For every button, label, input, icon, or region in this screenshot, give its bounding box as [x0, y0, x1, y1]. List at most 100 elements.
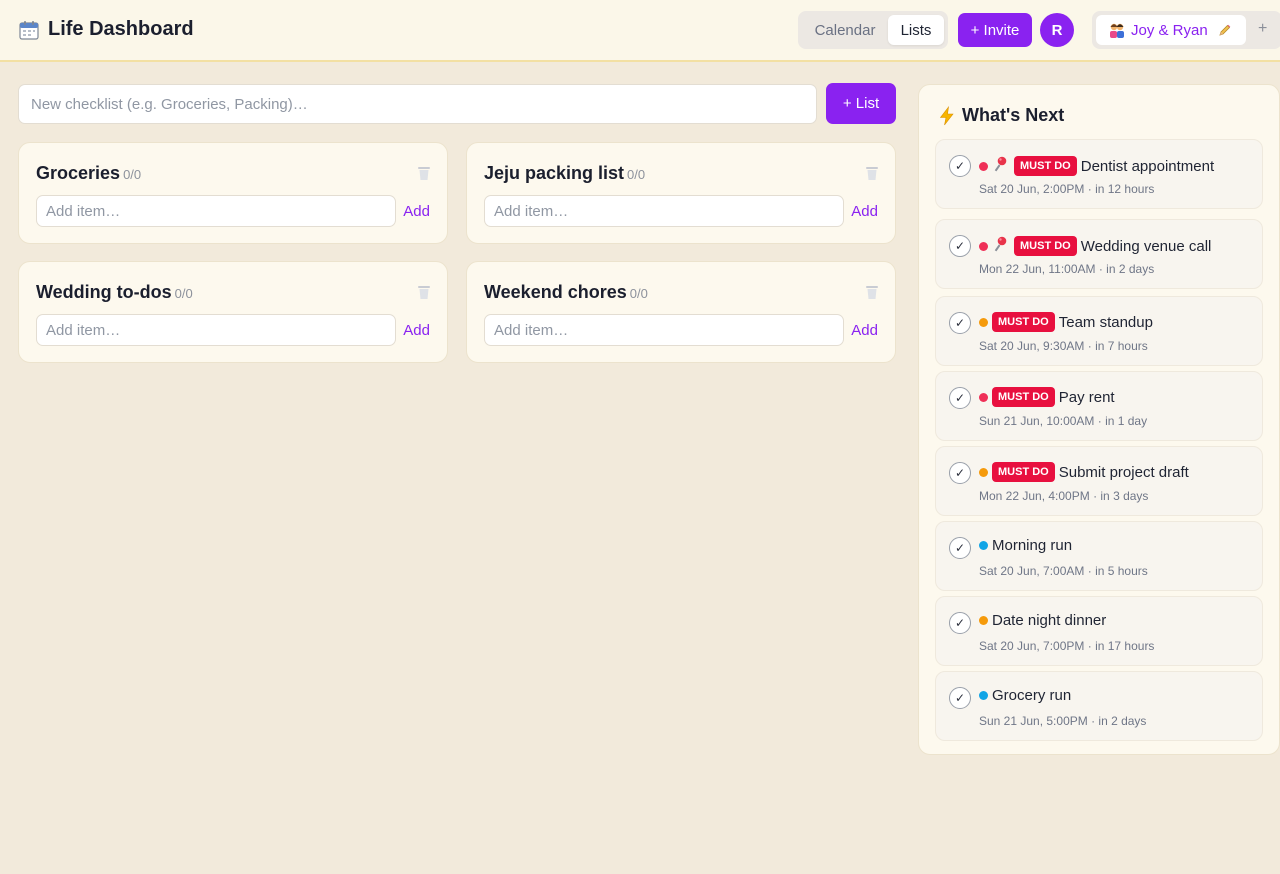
event-title: Morning run: [992, 537, 1073, 554]
priority-dot: [979, 691, 988, 700]
must-do-badge: MUST DO: [992, 387, 1055, 407]
event-time: Sat 20 Jun, 2:00PM · in 12 hours: [979, 182, 1155, 196]
list-title-text: Weekend chores: [484, 282, 627, 302]
event-time: Mon 22 Jun, 4:00PM · in 3 days: [979, 489, 1149, 503]
event-title-row: Morning run: [979, 537, 1072, 554]
tab-lists[interactable]: Lists: [888, 15, 944, 45]
list-card-jeju-packing: Jeju packing list 0/0 Add: [466, 142, 896, 244]
list-title: Wedding to-dos 0/0: [36, 282, 193, 303]
priority-dot: [979, 616, 988, 625]
event-title-row: MUST DO Team standup: [979, 312, 1153, 332]
add-item-button[interactable]: Add: [403, 203, 430, 220]
event-title-row: MUST DO Pay rent: [979, 387, 1115, 407]
list-count: 0/0: [627, 167, 646, 182]
add-item-button[interactable]: Add: [851, 322, 878, 339]
must-do-badge: MUST DO: [1014, 236, 1077, 256]
new-checklist-input[interactable]: [18, 84, 817, 124]
add-item-input[interactable]: [484, 314, 844, 346]
lightning-icon: [939, 105, 954, 125]
list-title: Groceries 0/0: [36, 163, 141, 184]
event-time: Sun 21 Jun, 10:00AM · in 1 day: [979, 414, 1148, 428]
event-card: ✓ Date night dinner Sat 20 Jun, 7:00PM · i…: [935, 596, 1263, 666]
add-item-button[interactable]: Add: [403, 322, 430, 339]
tab-calendar[interactable]: Calendar: [802, 15, 888, 45]
couple-icon: [1110, 23, 1124, 38]
event-title-row: MUST DO Dentist appointment: [979, 155, 1214, 177]
complete-checkbox[interactable]: ✓: [949, 312, 971, 334]
list-title-text: Jeju packing list: [484, 163, 625, 183]
event-time: Mon 22 Jun, 11:00AM · in 2 days: [979, 262, 1155, 276]
list-card-wedding-todos: Wedding to-dos 0/0 Add: [18, 261, 448, 363]
add-space-button[interactable]: +: [1258, 20, 1267, 38]
list-count: 0/0: [174, 286, 193, 301]
list-count: 0/0: [123, 167, 142, 182]
invite-button[interactable]: + Invite: [958, 13, 1032, 47]
event-card: ✓ MUST DO Dentist appointment Sat 20 Jun, 2…: [935, 139, 1263, 209]
space-chip[interactable]: Joy & Ryan: [1096, 15, 1246, 45]
pencil-icon[interactable]: [1217, 23, 1232, 38]
list-title: Weekend chores 0/0: [484, 282, 648, 303]
list-card-groceries: Groceries 0/0 Add: [18, 142, 448, 244]
event-title: Wedding venue call: [1080, 237, 1212, 255]
event-time: Sat 20 Jun, 7:00PM · in 17 hours: [979, 639, 1155, 653]
event-card: ✓ Morning run Sat 20 Jun, 7:00AM · in 5 ho…: [935, 521, 1263, 591]
complete-checkbox[interactable]: ✓: [949, 612, 971, 634]
event-title: Dentist appointment: [1080, 157, 1215, 175]
app-title: Life Dashboard: [48, 18, 194, 40]
brand: Life Dashboard: [18, 18, 194, 41]
space-name: Joy & Ryan: [1131, 21, 1208, 39]
space-switcher: Joy & Ryan +: [1092, 11, 1280, 49]
top-bar: Life Dashboard Calendar Lists + Invite R…: [0, 0, 1280, 62]
event-time: Sat 20 Jun, 7:00AM · in 5 hours: [979, 564, 1148, 578]
must-do-badge: MUST DO: [1014, 156, 1077, 176]
add-item-input[interactable]: [36, 195, 396, 227]
must-do-badge: MUST DO: [992, 312, 1055, 332]
complete-checkbox[interactable]: ✓: [949, 537, 971, 559]
pin-icon: [992, 235, 1010, 257]
add-item-input[interactable]: [36, 314, 396, 346]
priority-dot: [979, 467, 988, 477]
list-title: Jeju packing list 0/0: [484, 163, 645, 184]
list-card-weekend-chores: Weekend chores 0/0 Add: [466, 261, 896, 363]
trash-icon[interactable]: [865, 165, 879, 181]
complete-checkbox[interactable]: ✓: [949, 462, 971, 484]
list-title-text: Wedding to-dos: [36, 282, 172, 302]
complete-checkbox[interactable]: ✓: [949, 155, 971, 177]
event-title: Date night dinner: [992, 612, 1107, 629]
must-do-badge: MUST DO: [992, 462, 1055, 482]
list-count: 0/0: [629, 286, 648, 301]
event-title: Grocery run: [992, 687, 1072, 704]
priority-dot: [979, 241, 988, 251]
view-toggle: Calendar Lists: [798, 11, 948, 49]
event-time: Sun 21 Jun, 5:00PM · in 2 days: [979, 714, 1147, 728]
trash-icon[interactable]: [417, 284, 431, 300]
panel-title-text: What's Next: [962, 105, 1065, 125]
event-time: Sat 20 Jun, 9:30AM · in 7 hours: [979, 339, 1148, 353]
event-card: ✓ MUST DO Wedding venue call Mon 22 Jun, 11…: [935, 219, 1263, 289]
list-title-text: Groceries: [36, 163, 121, 183]
add-list-button[interactable]: + List: [826, 83, 896, 124]
avatar[interactable]: R: [1040, 13, 1074, 47]
calendar-icon: [19, 20, 39, 40]
event-card: ✓ Grocery run Sun 21 Jun, 5:00PM · in 2 da…: [935, 671, 1263, 741]
complete-checkbox[interactable]: ✓: [949, 387, 971, 409]
priority-dot: [979, 392, 988, 402]
event-title: Team standup: [1058, 313, 1153, 331]
event-card: ✓ MUST DO Team standup Sat 20 Jun, 9:30AM ·…: [935, 296, 1263, 366]
complete-checkbox[interactable]: ✓: [949, 687, 971, 709]
trash-icon[interactable]: [865, 284, 879, 300]
priority-dot: [979, 317, 988, 327]
priority-dot: [979, 161, 988, 171]
trash-icon[interactable]: [417, 165, 431, 181]
add-item-input[interactable]: [484, 195, 844, 227]
whats-next-panel: What's Next ✓ MUST DO Dentist appointment S…: [918, 84, 1280, 755]
panel-title: What's Next: [937, 105, 1064, 126]
pin-icon: [992, 155, 1010, 177]
event-title-row: MUST DO Wedding venue call: [979, 235, 1211, 257]
complete-checkbox[interactable]: ✓: [949, 235, 971, 257]
event-title: Submit project draft: [1058, 463, 1189, 481]
event-title: Pay rent: [1058, 388, 1115, 406]
priority-dot: [979, 541, 988, 550]
add-item-button[interactable]: Add: [851, 203, 878, 220]
event-title-row: MUST DO Submit project draft: [979, 462, 1189, 482]
